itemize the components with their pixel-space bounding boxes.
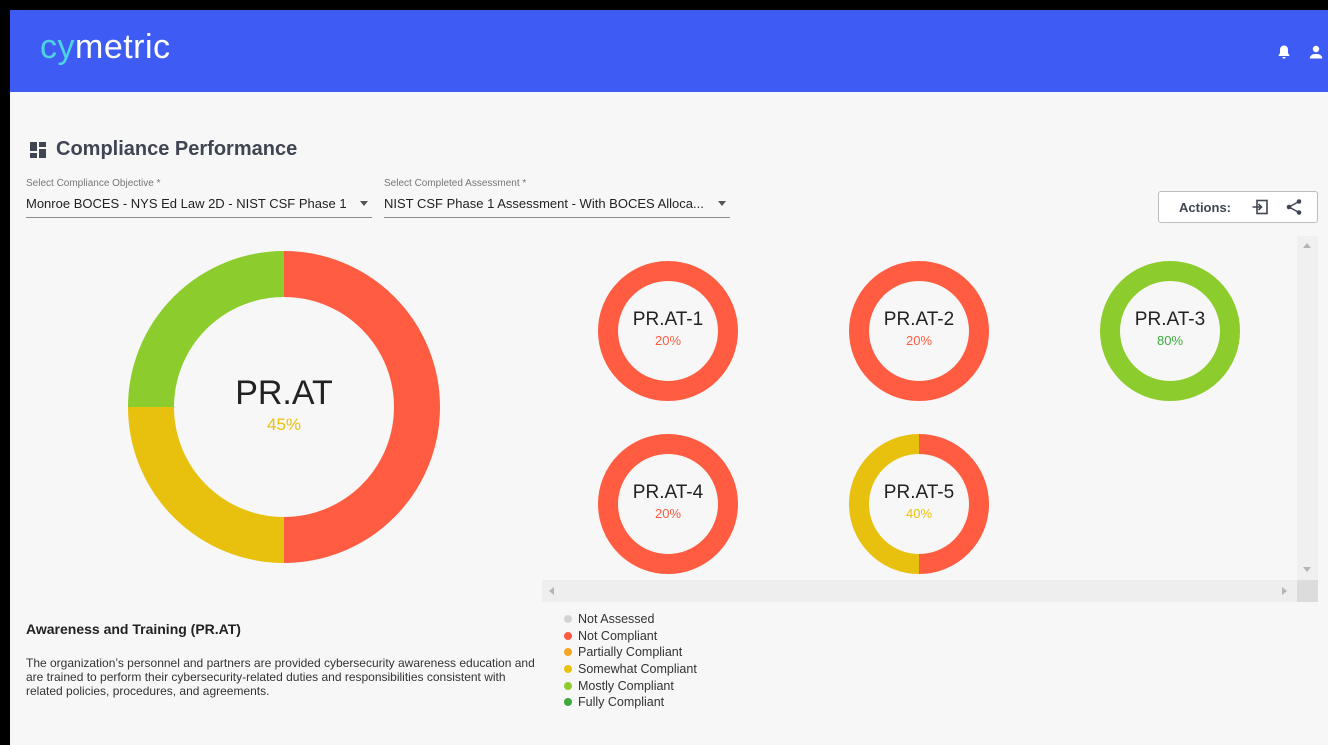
sub-score-card[interactable]: PR.AT-5 40% [849,434,989,574]
category-title: Awareness and Training (PR.AT) [26,621,241,637]
legend-label: Fully Compliant [578,695,665,710]
sub-score-card[interactable]: PR.AT-2 20% [849,261,989,401]
cymetric-logo[interactable]: cymetric [40,28,171,67]
legend-dot-icon [564,615,572,624]
scroll-up-icon[interactable] [1303,243,1311,248]
export-icon[interactable] [1251,198,1269,216]
overall-score-code: PR.AT [235,373,333,412]
scroll-down-icon[interactable] [1303,567,1311,572]
sub-score-code: PR.AT-4 [632,481,704,503]
horizontal-scrollbar[interactable] [542,580,1318,602]
completed-assessment-value: NIST CSF Phase 1 Assessment - With BOCES… [384,196,704,211]
legend-item: Mostly Compliant [564,677,697,694]
top-bar: cymetric [10,10,1328,92]
legend-dot-icon [564,648,572,657]
legend-label: Not Compliant [578,628,658,643]
sub-score-code: PR.AT-5 [883,481,955,503]
bell-icon[interactable] [1276,44,1292,65]
logo-suffix: metric [75,28,171,66]
actions-label: Actions: [1179,199,1231,215]
share-icon[interactable] [1285,198,1303,216]
sub-score-grid: PR.AT-1 20% PR.AT-2 20% PR.AT-3 80% PR.AT-4 20%… [542,236,1318,602]
sub-score-code: PR.AT-2 [883,308,955,330]
completed-assessment-label: Select Completed Assessment * [384,178,527,189]
logo-prefix: cy [40,28,75,66]
page-title: Compliance Performance [56,138,298,160]
legend-item: Not Compliant [564,628,697,645]
chevron-down-icon [718,201,726,206]
chevron-down-icon [360,201,368,206]
sub-score-card[interactable]: PR.AT-4 20% [598,434,738,574]
sub-score-percent: 40% [905,505,933,521]
legend-dot-icon [564,665,572,674]
sub-score-percent: 20% [654,332,682,348]
sub-score-code: PR.AT-1 [632,308,704,330]
completed-assessment-select[interactable]: Select Completed Assessment * NIST CSF P… [384,178,730,218]
sub-score-card[interactable]: PR.AT-1 20% [598,261,738,401]
legend-item: Not Assessed [564,611,697,628]
sub-score-code: PR.AT-3 [1134,308,1206,330]
vertical-scrollbar[interactable] [1297,236,1318,581]
scroll-left-icon[interactable] [549,587,554,595]
scroll-right-icon[interactable] [1282,587,1287,595]
sub-score-percent: 80% [1156,332,1184,348]
overall-score-center: PR.AT 45% [128,251,440,563]
legend-dot-icon [564,631,572,640]
legend-label: Somewhat Compliant [578,662,697,677]
compliance-objective-value: Monroe BOCES - NYS Ed Law 2D - NIST CSF … [26,196,347,211]
sub-score-percent: 20% [905,332,933,348]
actions-panel: Actions: [1158,191,1318,223]
legend-label: Mostly Compliant [578,678,674,693]
user-icon[interactable] [1308,44,1324,65]
app-frame: cymetric Compliance Performance Select C… [10,10,1328,745]
sub-score-card[interactable]: PR.AT-3 80% [1100,261,1240,401]
legend-label: Partially Compliant [578,645,683,660]
compliance-legend: Not Assessed Not Compliant Partially Compl… [564,611,697,711]
dashboard-icon [30,141,46,158]
overall-score-percent: 45% [266,414,302,434]
legend-item: Partially Compliant [564,644,697,661]
scrollbar-corner [1297,580,1318,602]
sub-score-percent: 20% [654,505,682,521]
compliance-objective-label: Select Compliance Objective * [26,178,161,189]
compliance-objective-select[interactable]: Select Compliance Objective * Monroe BOC… [26,178,372,218]
category-description: The organization’s personnel and partner… [26,656,535,698]
legend-dot-icon [564,698,572,707]
legend-label: Not Assessed [578,612,655,627]
legend-item: Somewhat Compliant [564,661,697,678]
legend-item: Fully Compliant [564,694,697,711]
legend-dot-icon [564,681,572,690]
